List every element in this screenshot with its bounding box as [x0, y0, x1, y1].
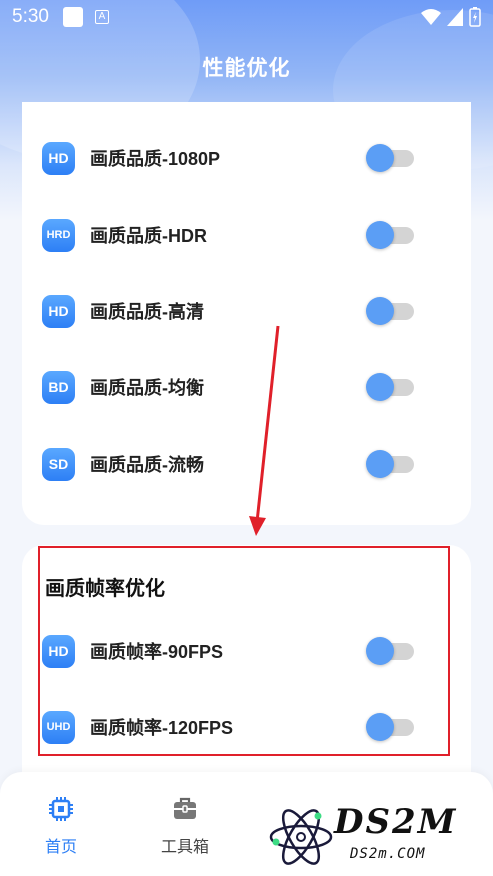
signal-icon	[447, 8, 463, 26]
toggle-switch[interactable]	[366, 143, 414, 173]
nav-home[interactable]: 首页	[26, 796, 96, 857]
bd-icon: BD	[42, 370, 75, 404]
toggle-switch[interactable]	[366, 220, 414, 250]
notification-icon	[62, 7, 83, 27]
toggle-switch[interactable]	[366, 449, 414, 479]
battery-icon	[469, 7, 481, 27]
toggle-switch[interactable]	[366, 372, 414, 402]
highlight-box	[38, 546, 450, 756]
nav-label: 工具箱	[160, 839, 209, 856]
status-time: 5:30	[12, 6, 49, 27]
hd-icon: HD	[42, 141, 75, 175]
row-label: 画质品质-HDR	[90, 226, 207, 246]
watermark-text: DS2M	[334, 802, 458, 842]
toolbox-icon	[174, 797, 196, 819]
wifi-icon	[421, 9, 441, 25]
quality-row-hd: HD 画质品质-高清	[42, 291, 414, 331]
atom-logo-icon	[269, 809, 333, 865]
hd-icon: HD	[42, 294, 75, 328]
quality-row-hdr: HRD 画质品质-HDR	[42, 215, 414, 255]
nav-label: 首页	[44, 839, 77, 856]
row-label: 画质品质-1080P	[90, 149, 221, 169]
row-label: 画质品质-高清	[90, 302, 204, 322]
page-title: 性能优化	[202, 57, 291, 80]
toggle-switch[interactable]	[366, 296, 414, 326]
watermark-url: DS2m.COM	[350, 846, 426, 862]
quality-row-smooth: SD 画质品质-流畅	[42, 444, 414, 484]
hrd-icon: HRD	[42, 218, 75, 252]
row-label: 画质品质-流畅	[90, 455, 204, 475]
status-icons	[421, 7, 481, 27]
a-icon: A	[94, 10, 109, 24]
quality-row-1080p: HD 画质品质-1080P	[42, 138, 414, 178]
quality-row-balanced: BD 画质品质-均衡	[42, 367, 414, 407]
status-bar: 5:30 A	[0, 0, 493, 34]
chip-icon	[49, 797, 73, 821]
row-label: 画质品质-均衡	[90, 378, 204, 398]
sd-icon: SD	[42, 447, 75, 481]
nav-toolbox[interactable]: 工具箱	[150, 796, 220, 857]
watermark: DS2M DS2m.COM	[262, 802, 493, 876]
